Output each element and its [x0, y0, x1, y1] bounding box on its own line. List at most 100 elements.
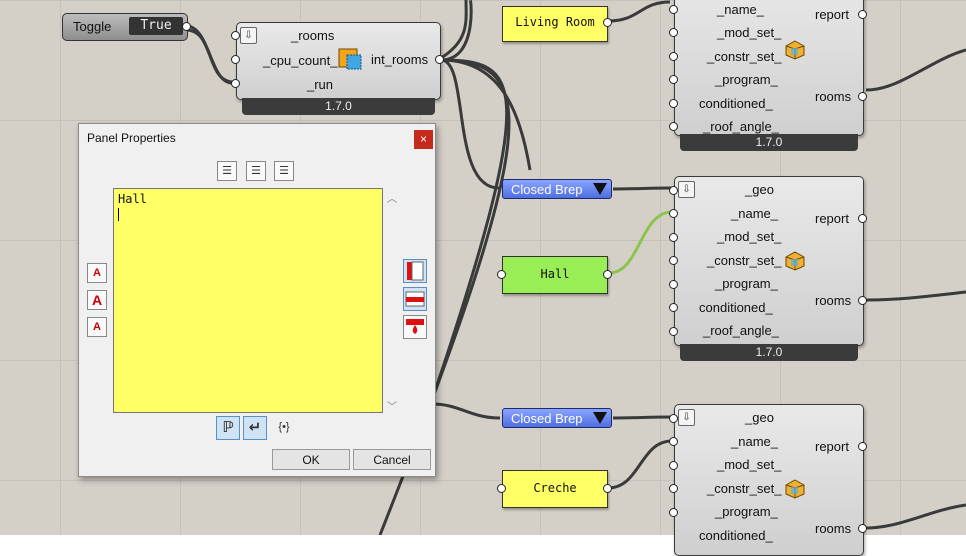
panel-hall[interactable]: Hall: [497, 256, 612, 294]
wire-brep2-to-geo: [612, 415, 673, 420]
wire-toggle-run2: [185, 28, 233, 84]
param-label: Closed Brep: [511, 411, 583, 426]
panel-output-port[interactable]: [603, 270, 612, 279]
input-name: _name_: [717, 2, 764, 17]
wire-living-to-name: [607, 0, 671, 23]
input-constr-set: _constr_set_: [707, 253, 782, 268]
scroll-up-icon[interactable]: ︿: [387, 190, 397, 205]
align-center-icon[interactable]: ☰: [246, 161, 266, 181]
room-node-bottom[interactable]: ⇩ _geo _name_ _mod_set_ _constr_set_ _pr…: [669, 404, 867, 556]
input-roof-angle: _roof_angle_: [703, 323, 779, 338]
port-run[interactable]: [231, 79, 240, 88]
port[interactable]: [669, 99, 678, 108]
port[interactable]: [858, 214, 867, 223]
version-badge: 1.7.0: [242, 98, 435, 115]
room-node-top[interactable]: _name_ _mod_set_ _constr_set_ _program_ …: [669, 0, 867, 151]
panel-input-port[interactable]: [497, 270, 506, 279]
port[interactable]: [669, 437, 678, 446]
port[interactable]: [669, 209, 678, 218]
port[interactable]: [669, 52, 678, 61]
toggle-component[interactable]: Toggle True: [62, 13, 191, 41]
align-left-icon[interactable]: ☰: [217, 161, 237, 181]
fill-color-icon[interactable]: [403, 315, 427, 339]
port[interactable]: [669, 233, 678, 242]
port-int-rooms[interactable]: [435, 55, 444, 64]
port-cpu[interactable]: [231, 55, 240, 64]
wire-rooms-out-3: [865, 503, 966, 530]
input-rooms: _rooms: [291, 28, 335, 43]
port[interactable]: [858, 10, 867, 19]
font-style-icon[interactable]: A: [87, 290, 107, 310]
panel-output-port[interactable]: [603, 18, 612, 27]
cancel-button[interactable]: Cancel: [353, 449, 431, 470]
room-solver-component[interactable]: ⇩ _rooms _cpu_count_ _run int_rooms 1.7.…: [231, 22, 444, 115]
output-int-rooms: int_rooms: [371, 52, 429, 67]
scroll-down-icon[interactable]: ﹀: [387, 398, 397, 413]
toggle-value[interactable]: True: [129, 17, 183, 35]
port[interactable]: [669, 75, 678, 84]
port[interactable]: [669, 280, 678, 289]
panel-output-port[interactable]: [603, 484, 612, 493]
wrap-icon[interactable]: ↵: [243, 416, 267, 440]
port[interactable]: [669, 461, 678, 470]
port[interactable]: [858, 524, 867, 533]
arrow-down-icon[interactable]: ⇩: [678, 409, 695, 426]
output-rooms: rooms: [815, 293, 852, 308]
toggle-output-port[interactable]: [182, 22, 191, 31]
panel-text: Living Room: [515, 15, 595, 29]
font-decrease-icon[interactable]: A: [87, 317, 107, 337]
input-conditioned: conditioned_: [699, 528, 773, 543]
room-icon: [785, 479, 805, 499]
input-name: _name_: [731, 434, 778, 449]
font-increase-icon[interactable]: A: [87, 263, 107, 283]
output-rooms: rooms: [815, 89, 852, 104]
panel-input-port[interactable]: [497, 484, 506, 493]
closed-brep-param-1[interactable]: Closed Brep: [502, 179, 612, 199]
port[interactable]: [669, 414, 678, 423]
input-geo: _geo: [745, 182, 774, 197]
input-mod-set: _mod_set_: [717, 25, 782, 40]
input-program: _program_: [715, 72, 778, 87]
port[interactable]: [669, 327, 678, 336]
port[interactable]: [669, 256, 678, 265]
panel-living-room[interactable]: Living Room: [502, 6, 612, 42]
port[interactable]: [669, 484, 678, 493]
editor-text[interactable]: Hall: [118, 192, 147, 206]
input-program: _program_: [715, 504, 778, 519]
wire-creche-name: [607, 439, 673, 490]
input-conditioned: conditioned_: [699, 96, 773, 111]
input-conditioned: conditioned_: [699, 300, 773, 315]
wire-brep1-to-geo: [612, 186, 673, 191]
wire-hall-to-name: [608, 210, 673, 275]
align-right-icon[interactable]: ☰: [274, 161, 294, 181]
arrow-down-icon[interactable]: ⇩: [678, 181, 695, 198]
wire-right-icon[interactable]: [403, 287, 427, 311]
arrow-down-icon[interactable]: ⇩: [240, 27, 257, 44]
input-geo: _geo: [745, 410, 774, 425]
port-rooms[interactable]: [231, 31, 240, 40]
paragraph-icon[interactable]: ℙ: [216, 416, 240, 440]
panel-text: Hall: [540, 267, 570, 281]
port[interactable]: [858, 442, 867, 451]
port[interactable]: [669, 303, 678, 312]
data-icon[interactable]: {•}: [272, 416, 296, 440]
port[interactable]: [669, 28, 678, 37]
input-mod-set: _mod_set_: [717, 229, 782, 244]
version-badge: 1.7.0: [680, 344, 858, 361]
port[interactable]: [669, 186, 678, 195]
close-button[interactable]: ×: [414, 130, 433, 149]
port[interactable]: [858, 296, 867, 305]
wire-rooms-out-1: [865, 48, 966, 92]
closed-brep-param-2[interactable]: Closed Brep: [502, 408, 612, 428]
port[interactable]: [669, 5, 678, 14]
ok-button[interactable]: OK: [272, 449, 350, 470]
panel-text-editor[interactable]: Hall: [113, 188, 383, 413]
panel-creche[interactable]: Creche: [497, 470, 612, 508]
input-roof-angle: _roof_angle_: [703, 119, 779, 134]
wire-left-icon[interactable]: [403, 259, 427, 283]
brep-triangle-icon: [593, 183, 607, 195]
port[interactable]: [669, 508, 678, 517]
port[interactable]: [669, 122, 678, 131]
room-node-middle[interactable]: ⇩ _geo _name_ _mod_set_ _constr_set_ _pr…: [669, 176, 867, 361]
port[interactable]: [858, 92, 867, 101]
